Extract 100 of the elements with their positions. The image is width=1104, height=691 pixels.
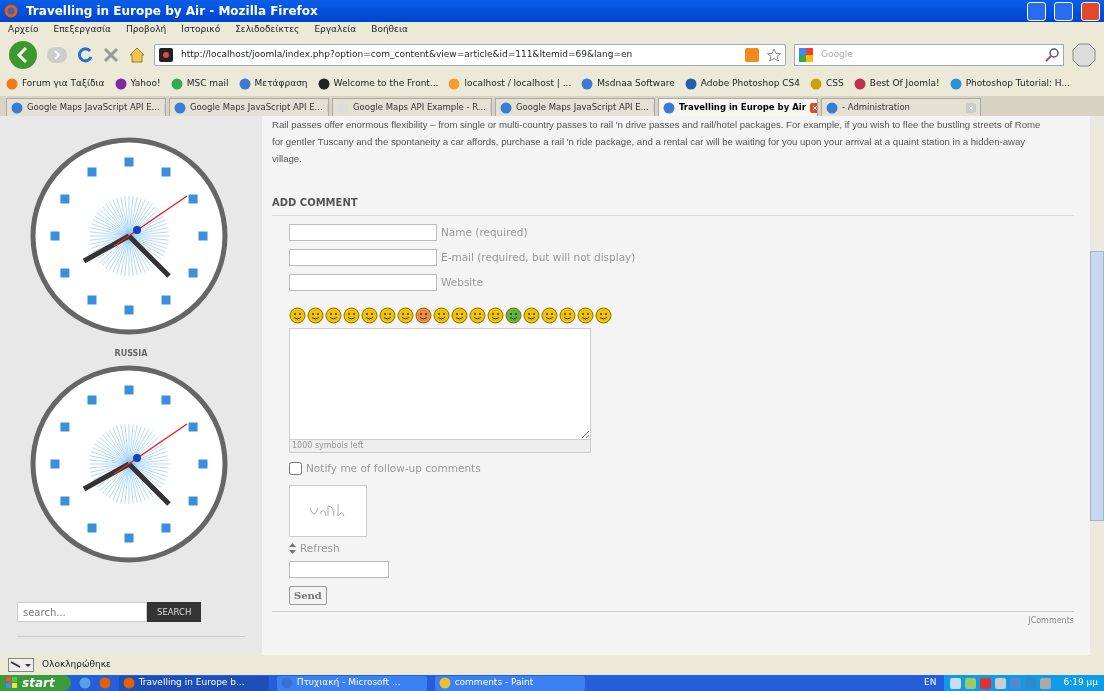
- captcha-field[interactable]: [289, 560, 389, 578]
- clock-text: 6:19 μμ: [1063, 676, 1098, 690]
- bookmark-icon: [853, 78, 866, 90]
- search-field[interactable]: search...: [17, 602, 147, 622]
- search-button[interactable]: SEARCH: [147, 602, 202, 622]
- reload-icon[interactable]: [76, 46, 94, 64]
- bookmark-link[interactable]: Msdnaa Software: [581, 77, 675, 91]
- field-label: Website: [441, 274, 483, 290]
- tab-icon: [500, 101, 512, 114]
- tab-icon: [174, 101, 186, 114]
- stop-icon[interactable]: [102, 46, 120, 64]
- bookmark-icon: [949, 78, 962, 90]
- bookmark-icon: [238, 78, 251, 90]
- tab-icon: [663, 101, 675, 114]
- smiley-icon[interactable]: [523, 307, 540, 324]
- status-text: Ολοκληρώθηκε: [42, 658, 111, 672]
- close-button[interactable]: [1081, 1, 1100, 21]
- smiley-icon[interactable]: [559, 307, 576, 324]
- bookmark-icon: [581, 78, 594, 90]
- smiley-icon[interactable]: [505, 307, 522, 324]
- input-field[interactable]: [289, 224, 437, 241]
- search-icon[interactable]: [1045, 48, 1059, 62]
- app-icon: [122, 677, 135, 689]
- close-icon[interactable]: [809, 102, 817, 113]
- browser-tab[interactable]: Google Maps API Example - R...: [332, 98, 492, 116]
- section-heading: ADD COMMENT: [272, 191, 1074, 216]
- smiley-icon[interactable]: [397, 307, 414, 324]
- bookmark-link[interactable]: localhost / localhost | ...: [448, 77, 572, 91]
- window-title: Travelling in Europe by Air - Mozilla Firefox: [26, 3, 319, 20]
- browser-tab[interactable]: Google Maps JavaScript API E...: [169, 98, 329, 116]
- input-field[interactable]: [289, 249, 437, 266]
- app-icon: [280, 677, 293, 689]
- field-label: Name (required): [441, 224, 528, 240]
- menu-item[interactable]: Επεξεργασία: [53, 23, 111, 37]
- browser-tab[interactable]: Google Maps JavaScript API E...: [6, 98, 166, 116]
- bookmark-link[interactable]: CSS: [810, 77, 844, 91]
- comment-field[interactable]: [289, 328, 591, 440]
- character-counter: 1000 symbols left: [289, 440, 591, 453]
- minimize-button[interactable]: [1027, 1, 1046, 21]
- taskbar-button[interactable]: comments - Paint: [434, 675, 585, 691]
- menu-item[interactable]: Αρχείο: [8, 23, 39, 37]
- tab-icon: [11, 101, 23, 114]
- article-paragraph: Rail passes offer enormous flexibility – from single or multi-country passes to rail 'n drive passes and rail/hotel packages. For example, if you wish to flee the bustling streets of Rome for gentler Tuscany and the spontaneity a car affords, purchase a rail 'n ride package, and a rental car will be waiting for you upon your arrival at a quaint station in a hidden-away village.: [272, 118, 1042, 166]
- menu-item[interactable]: Βοήθεια: [371, 23, 408, 37]
- smiley-icon[interactable]: [307, 307, 324, 324]
- smiley-icon[interactable]: [541, 307, 558, 324]
- start-button[interactable]: start: [0, 675, 71, 691]
- app-icon: [438, 677, 451, 689]
- checkbox-label: Notify me of follow-up comments: [306, 461, 481, 476]
- smiley-icon[interactable]: [379, 307, 396, 324]
- menu-item[interactable]: Σελιδοδείκτες: [235, 23, 300, 37]
- scrollbar[interactable]: [1090, 116, 1104, 655]
- restore-button[interactable]: [1054, 1, 1073, 21]
- bookmark-icon: [448, 78, 461, 90]
- input-field[interactable]: [289, 274, 437, 291]
- status-icon[interactable]: [8, 658, 34, 672]
- bookmark-icon: [317, 78, 330, 90]
- bookmark-link[interactable]: MSC mail: [170, 77, 229, 91]
- taskbar-button[interactable]: Travelling in Europe b...: [118, 675, 269, 691]
- menu-item[interactable]: Προβολή: [126, 23, 167, 37]
- smiley-icon[interactable]: [451, 307, 468, 324]
- smiley-icon[interactable]: [577, 307, 594, 324]
- back-button[interactable]: [8, 40, 38, 70]
- bookmark-link[interactable]: Photoshop Tutorial: H...: [949, 77, 1070, 91]
- browser-tab[interactable]: - Administration: [821, 98, 981, 116]
- bookmark-link[interactable]: Μετάφραση: [238, 77, 308, 91]
- bookmark-link[interactable]: Yahoo!: [114, 77, 161, 91]
- checkbox[interactable]: [289, 462, 302, 476]
- bookmark-icon: [114, 78, 127, 90]
- taskbar-button[interactable]: Πτυχιακή - Microsoft ...: [276, 675, 427, 691]
- site-icon: [159, 48, 173, 62]
- bookmark-link[interactable]: Best Of Joomla!: [853, 77, 940, 91]
- tab-icon: [826, 101, 838, 114]
- bookmark-link[interactable]: Welcome to the Front...: [317, 77, 439, 91]
- footer-text: JComments: [1028, 614, 1074, 627]
- smiley-icon[interactable]: [469, 307, 486, 324]
- menu-item[interactable]: Εργαλεία: [314, 23, 357, 37]
- language-indicator[interactable]: EN: [924, 676, 937, 690]
- smiley-icon[interactable]: [433, 307, 450, 324]
- smiley-icon[interactable]: [289, 307, 306, 324]
- smiley-icon[interactable]: [343, 307, 360, 324]
- star-icon[interactable]: [767, 48, 781, 62]
- menu-item[interactable]: Ιστορικό: [181, 23, 221, 37]
- smiley-icon[interactable]: [487, 307, 504, 324]
- browser-tab[interactable]: Travelling in Europe by Air: [658, 98, 818, 116]
- send-button[interactable]: Send: [289, 585, 327, 605]
- scrollbar-thumb[interactable]: [1090, 250, 1104, 521]
- bookmark-link[interactable]: Forum για Ταξίδια: [6, 77, 105, 91]
- bookmark-link[interactable]: Adobe Photoshop CS4: [684, 77, 800, 91]
- browser-tab[interactable]: Google Maps JavaScript API E...: [495, 98, 655, 116]
- smiley-icon[interactable]: [361, 307, 378, 324]
- home-icon[interactable]: [128, 46, 146, 64]
- smiley-icon[interactable]: [595, 307, 612, 324]
- bookmark-icon: [6, 78, 18, 90]
- address-bar[interactable]: http://localhost/joomla/index.php?option=com_content&view=article&id=111&Itemid=69&lang=en: [154, 44, 786, 66]
- smiley-icon[interactable]: [415, 307, 432, 324]
- tray-icon[interactable]: [950, 677, 962, 689]
- field-label: E-mail (required, but will not display): [441, 249, 636, 265]
- smiley-icon[interactable]: [325, 307, 342, 324]
- clock-label: RUSSIA: [114, 348, 148, 360]
